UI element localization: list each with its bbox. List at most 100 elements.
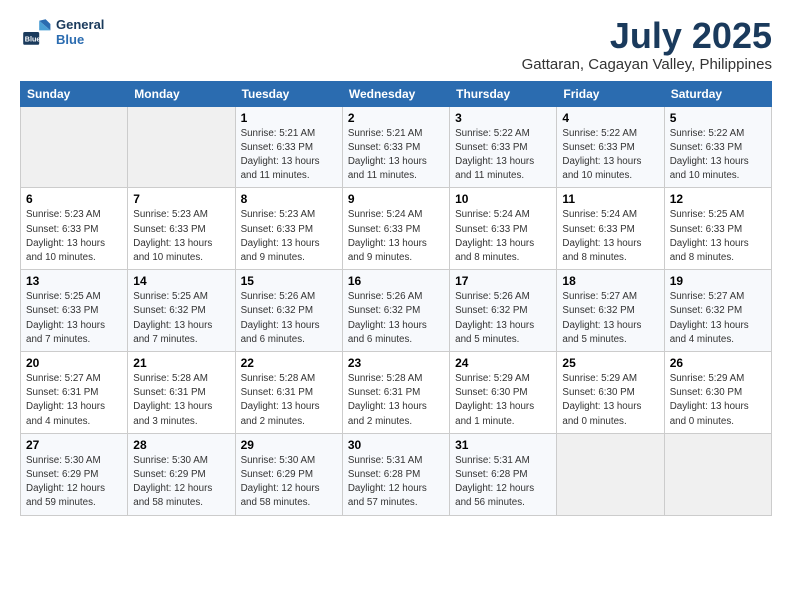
- calendar-cell: 31 Sunrise: 5:31 AM Sunset: 6:28 PM Dayli…: [450, 433, 557, 515]
- day-info: Sunrise: 5:25 AM Sunset: 6:33 PM Dayligh…: [670, 208, 766, 265]
- day-info: Sunrise: 5:23 AM Sunset: 6:33 PM Dayligh…: [241, 208, 337, 265]
- day-number: 23: [348, 356, 444, 370]
- calendar-cell: 1Sunrise: 5:21 AM Sunset: 6:33 PM Daylig…: [235, 106, 342, 188]
- day-info: Sunrise: 5:22 AM Sunset: 6:33 PM Dayligh…: [455, 127, 551, 184]
- day-info: Sunrise: 5:28 AM Sunset: 6:31 PM Dayligh…: [133, 372, 229, 429]
- day-info: Sunrise: 5:31 AM Sunset: 6:28 PM Dayligh…: [348, 454, 444, 511]
- day-number: 27: [26, 438, 122, 452]
- day-number: 22: [241, 356, 337, 370]
- calendar-cell: 30 Sunrise: 5:31 AM Sunset: 6:28 PM Dayli…: [342, 433, 449, 515]
- day-info: Sunrise: 5:24 AM Sunset: 6:33 PM Dayligh…: [348, 208, 444, 265]
- calendar-cell: 26Sunrise: 5:29 AM Sunset: 6:30 PM Dayli…: [664, 352, 771, 434]
- month-title: July 2025: [522, 16, 772, 56]
- calendar-cell: [128, 106, 235, 188]
- day-info: Sunrise: 5:30 AM Sunset: 6:29 PM Dayligh…: [26, 454, 122, 511]
- day-number: 8: [241, 192, 337, 206]
- day-info: Sunrise: 5:22 AM Sunset: 6:33 PM Dayligh…: [562, 127, 658, 184]
- day-number: 21: [133, 356, 229, 370]
- day-number: 11: [562, 192, 658, 206]
- day-number: 28: [133, 438, 229, 452]
- day-number: 9: [348, 192, 444, 206]
- calendar-cell: 2Sunrise: 5:21 AM Sunset: 6:33 PM Daylig…: [342, 106, 449, 188]
- day-number: 19: [670, 274, 766, 288]
- day-number: 13: [26, 274, 122, 288]
- logo-text: General Blue: [56, 17, 104, 47]
- day-info: Sunrise: 5:25 AM Sunset: 6:33 PM Dayligh…: [26, 290, 122, 347]
- calendar-week-row: 1Sunrise: 5:21 AM Sunset: 6:33 PM Daylig…: [21, 106, 772, 188]
- day-info: Sunrise: 5:26 AM Sunset: 6:32 PM Dayligh…: [455, 290, 551, 347]
- day-info: Sunrise: 5:26 AM Sunset: 6:32 PM Dayligh…: [348, 290, 444, 347]
- calendar-cell: 10Sunrise: 5:24 AM Sunset: 6:33 PM Dayli…: [450, 188, 557, 270]
- day-info: Sunrise: 5:25 AM Sunset: 6:32 PM Dayligh…: [133, 290, 229, 347]
- calendar-cell: 3 Sunrise: 5:22 AM Sunset: 6:33 PM Daylig…: [450, 106, 557, 188]
- day-number: 18: [562, 274, 658, 288]
- calendar-cell: 21 Sunrise: 5:28 AM Sunset: 6:31 PM Dayli…: [128, 352, 235, 434]
- day-number: 14: [133, 274, 229, 288]
- day-info: Sunrise: 5:21 AM Sunset: 6:33 PM Dayligh…: [348, 127, 444, 184]
- calendar-cell: 27 Sunrise: 5:30 AM Sunset: 6:29 PM Dayli…: [21, 433, 128, 515]
- day-info: Sunrise: 5:27 AM Sunset: 6:32 PM Dayligh…: [562, 290, 658, 347]
- calendar-cell: 8 Sunrise: 5:23 AM Sunset: 6:33 PM Daylig…: [235, 188, 342, 270]
- calendar-cell: 18 Sunrise: 5:27 AM Sunset: 6:32 PM Dayli…: [557, 270, 664, 352]
- day-info: Sunrise: 5:22 AM Sunset: 6:33 PM Dayligh…: [670, 127, 766, 184]
- calendar-cell: 11 Sunrise: 5:24 AM Sunset: 6:33 PM Dayli…: [557, 188, 664, 270]
- calendar-cell: 22 Sunrise: 5:28 AM Sunset: 6:31 PM Dayli…: [235, 352, 342, 434]
- day-number: 6: [26, 192, 122, 206]
- day-number: 15: [241, 274, 337, 288]
- calendar-week-row: 27 Sunrise: 5:30 AM Sunset: 6:29 PM Dayli…: [21, 433, 772, 515]
- day-number: 30: [348, 438, 444, 452]
- calendar-cell: 4 Sunrise: 5:22 AM Sunset: 6:33 PM Daylig…: [557, 106, 664, 188]
- calendar-cell: 20Sunrise: 5:27 AM Sunset: 6:31 PM Dayli…: [21, 352, 128, 434]
- day-number: 16: [348, 274, 444, 288]
- day-info: Sunrise: 5:21 AM Sunset: 6:33 PM Dayligh…: [241, 127, 337, 184]
- weekday-header-tuesday: Tuesday: [235, 81, 342, 106]
- calendar-cell: 15 Sunrise: 5:26 AM Sunset: 6:32 PM Dayli…: [235, 270, 342, 352]
- day-number: 25: [562, 356, 658, 370]
- calendar-cell: 17Sunrise: 5:26 AM Sunset: 6:32 PM Dayli…: [450, 270, 557, 352]
- calendar-table: SundayMondayTuesdayWednesdayThursdayFrid…: [20, 81, 772, 516]
- calendar-cell: 19 Sunrise: 5:27 AM Sunset: 6:32 PM Dayli…: [664, 270, 771, 352]
- weekday-header-row: SundayMondayTuesdayWednesdayThursdayFrid…: [21, 81, 772, 106]
- calendar-week-row: 13 Sunrise: 5:25 AM Sunset: 6:33 PM Dayli…: [21, 270, 772, 352]
- day-number: 20: [26, 356, 122, 370]
- calendar-week-row: 20Sunrise: 5:27 AM Sunset: 6:31 PM Dayli…: [21, 352, 772, 434]
- day-info: Sunrise: 5:26 AM Sunset: 6:32 PM Dayligh…: [241, 290, 337, 347]
- day-number: 12: [670, 192, 766, 206]
- title-block: July 2025 Gattaran, Cagayan Valley, Phil…: [522, 16, 772, 73]
- calendar-cell: 24Sunrise: 5:29 AM Sunset: 6:30 PM Dayli…: [450, 352, 557, 434]
- day-number: 10: [455, 192, 551, 206]
- weekday-header-sunday: Sunday: [21, 81, 128, 106]
- day-info: Sunrise: 5:31 AM Sunset: 6:28 PM Dayligh…: [455, 454, 551, 511]
- day-info: Sunrise: 5:30 AM Sunset: 6:29 PM Dayligh…: [133, 454, 229, 511]
- day-number: 3: [455, 111, 551, 125]
- calendar-cell: [664, 433, 771, 515]
- day-info: Sunrise: 5:28 AM Sunset: 6:31 PM Dayligh…: [241, 372, 337, 429]
- day-info: Sunrise: 5:24 AM Sunset: 6:33 PM Dayligh…: [562, 208, 658, 265]
- calendar-cell: 14 Sunrise: 5:25 AM Sunset: 6:32 PM Dayli…: [128, 270, 235, 352]
- weekday-header-wednesday: Wednesday: [342, 81, 449, 106]
- weekday-header-saturday: Saturday: [664, 81, 771, 106]
- calendar-cell: 23Sunrise: 5:28 AM Sunset: 6:31 PM Dayli…: [342, 352, 449, 434]
- calendar-cell: 12 Sunrise: 5:25 AM Sunset: 6:33 PM Dayli…: [664, 188, 771, 270]
- day-number: 29: [241, 438, 337, 452]
- calendar-cell: 28 Sunrise: 5:30 AM Sunset: 6:29 PM Dayli…: [128, 433, 235, 515]
- page-header: Blue General Blue July 2025 Gattaran, Ca…: [20, 16, 772, 73]
- day-number: 31: [455, 438, 551, 452]
- calendar-cell: 9 Sunrise: 5:24 AM Sunset: 6:33 PM Daylig…: [342, 188, 449, 270]
- day-info: Sunrise: 5:29 AM Sunset: 6:30 PM Dayligh…: [670, 372, 766, 429]
- weekday-header-thursday: Thursday: [450, 81, 557, 106]
- calendar-cell: 7 Sunrise: 5:23 AM Sunset: 6:33 PM Daylig…: [128, 188, 235, 270]
- calendar-cell: 25 Sunrise: 5:29 AM Sunset: 6:30 PM Dayli…: [557, 352, 664, 434]
- svg-text:Blue: Blue: [25, 35, 41, 44]
- weekday-header-friday: Friday: [557, 81, 664, 106]
- day-number: 5: [670, 111, 766, 125]
- day-number: 24: [455, 356, 551, 370]
- day-info: Sunrise: 5:23 AM Sunset: 6:33 PM Dayligh…: [133, 208, 229, 265]
- day-info: Sunrise: 5:23 AM Sunset: 6:33 PM Dayligh…: [26, 208, 122, 265]
- day-info: Sunrise: 5:27 AM Sunset: 6:32 PM Dayligh…: [670, 290, 766, 347]
- day-number: 4: [562, 111, 658, 125]
- day-info: Sunrise: 5:29 AM Sunset: 6:30 PM Dayligh…: [562, 372, 658, 429]
- day-number: 7: [133, 192, 229, 206]
- calendar-week-row: 6 Sunrise: 5:23 AM Sunset: 6:33 PM Daylig…: [21, 188, 772, 270]
- calendar-cell: 13 Sunrise: 5:25 AM Sunset: 6:33 PM Dayli…: [21, 270, 128, 352]
